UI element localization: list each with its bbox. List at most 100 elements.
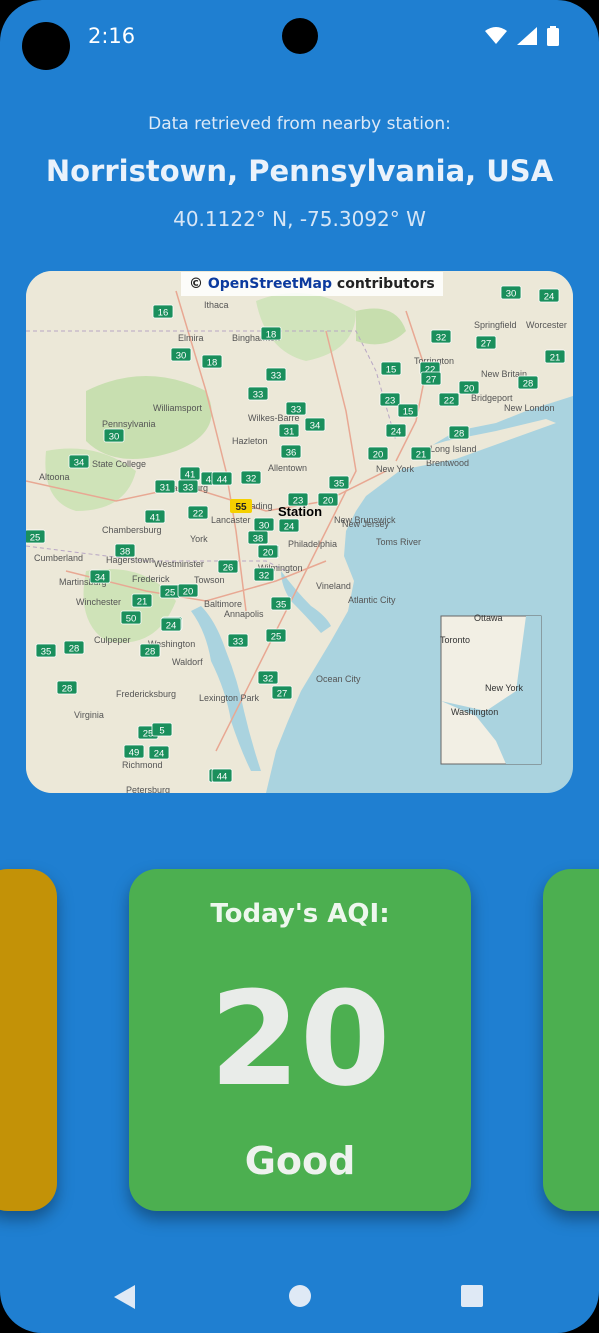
place-label: Worcester	[526, 320, 567, 330]
aqi-marker[interactable]: 21	[410, 446, 432, 461]
aqi-marker[interactable]: 35	[328, 475, 350, 490]
aqi-marker[interactable]: 50	[120, 610, 142, 625]
aqi-marker[interactable]: 30	[500, 285, 522, 300]
aqi-marker[interactable]: 27	[475, 335, 497, 350]
home-circle-icon[interactable]	[288, 1284, 312, 1308]
aqi-marker[interactable]: 28	[448, 425, 470, 440]
recents-square-icon[interactable]	[460, 1284, 484, 1308]
aqi-marker-value: 35	[334, 479, 345, 490]
aqi-value: 20	[209, 963, 391, 1115]
aqi-marker-value: 41	[150, 513, 161, 524]
aqi-marker[interactable]: 15	[380, 361, 402, 376]
aqi-marker[interactable]: 25	[26, 529, 46, 544]
map-canvas[interactable]: Ottawa Toronto New York Washington Ithac…	[26, 271, 573, 793]
aqi-marker[interactable]: 31	[278, 423, 300, 438]
aqi-marker[interactable]: 20	[367, 446, 389, 461]
station-map[interactable]: Ottawa Toronto New York Washington Ithac…	[26, 271, 573, 793]
place-label: Atlantic City	[348, 595, 396, 605]
place-label: New Brunswick	[334, 515, 396, 525]
aqi-marker[interactable]: 23	[379, 392, 401, 407]
aqi-marker[interactable]: 44	[211, 768, 233, 783]
aqi-marker[interactable]: 33	[285, 401, 307, 416]
overview-inset[interactable]: Ottawa Toronto New York Washington	[440, 613, 542, 765]
aqi-marker[interactable]: 21	[26, 271, 37, 278]
aqi-marker[interactable]: 27	[271, 685, 293, 700]
aqi-marker[interactable]: 41	[144, 509, 166, 524]
place-label: Fredericksburg	[116, 689, 176, 699]
aqi-marker[interactable]: 41	[179, 466, 201, 481]
aqi-marker[interactable]: 35	[270, 596, 292, 611]
aqi-marker[interactable]: 5	[151, 722, 173, 737]
aqi-marker[interactable]: 34	[68, 454, 90, 469]
openstreetmap-link[interactable]: OpenStreetMap	[208, 276, 332, 292]
aqi-marker[interactable]: 34	[89, 569, 111, 584]
aqi-marker-value: 25	[30, 533, 41, 544]
aqi-marker[interactable]: 32	[253, 567, 275, 582]
aqi-marker-value: 20	[464, 384, 475, 395]
aqi-marker-value: 33	[271, 371, 282, 382]
place-label: Vineland	[316, 581, 351, 591]
aqi-marker[interactable]: 32	[240, 470, 262, 485]
aqi-marker-value: 23	[385, 396, 396, 407]
aqi-marker[interactable]: 27	[420, 371, 442, 386]
aqi-marker-value: 32	[263, 674, 274, 685]
aqi-marker[interactable]: 22	[438, 392, 460, 407]
aqi-marker[interactable]: 20	[257, 544, 279, 559]
aqi-marker[interactable]: 49	[123, 744, 145, 759]
inset-label-toronto: Toronto	[440, 635, 470, 645]
back-triangle-icon[interactable]	[113, 1284, 137, 1310]
aqi-marker[interactable]: 32	[257, 670, 279, 685]
aqi-marker[interactable]: 22	[187, 505, 209, 520]
place-label: Williamsport	[153, 403, 203, 413]
aqi-marker[interactable]: 33	[177, 479, 199, 494]
aqi-marker[interactable]: 20	[458, 380, 480, 395]
aqi-marker[interactable]: 18	[260, 326, 282, 341]
place-label: Philadelphia	[288, 539, 337, 549]
aqi-marker[interactable]: 36	[280, 444, 302, 459]
previous-aqi-card[interactable]	[0, 869, 57, 1211]
aqi-marker[interactable]: 26	[217, 559, 239, 574]
aqi-marker-value: 21	[550, 353, 561, 364]
place-label: Richmond	[122, 760, 163, 770]
aqi-marker[interactable]: 24	[278, 518, 300, 533]
aqi-marker[interactable]: 24	[148, 745, 170, 760]
aqi-marker[interactable]: 28	[56, 680, 78, 695]
aqi-marker[interactable]: 21	[544, 349, 566, 364]
aqi-marker[interactable]: 33	[227, 633, 249, 648]
aqi-marker[interactable]: 25	[159, 584, 181, 599]
aqi-marker[interactable]: 33	[247, 386, 269, 401]
aqi-marker[interactable]: 25	[265, 628, 287, 643]
aqi-marker[interactable]: 33	[265, 367, 287, 382]
place-label: Hazleton	[232, 436, 268, 446]
aqi-marker[interactable]: 38	[247, 530, 269, 545]
aqi-marker[interactable]: 30	[253, 517, 275, 532]
today-aqi-card[interactable]: Today's AQI: 20 Good	[129, 869, 471, 1211]
aqi-marker-value: 23	[26, 271, 31, 278]
aqi-marker[interactable]: 35	[35, 643, 57, 658]
aqi-marker[interactable]: 30	[170, 347, 192, 362]
aqi-marker[interactable]: 24	[160, 617, 182, 632]
aqi-marker[interactable]: 24	[538, 288, 560, 303]
inset-label-new-york: New York	[485, 683, 524, 693]
place-label: York	[190, 534, 208, 544]
aqi-marker[interactable]: 18	[201, 354, 223, 369]
aqi-marker[interactable]: 32	[430, 329, 452, 344]
aqi-marker[interactable]: 31	[154, 479, 176, 494]
aqi-marker[interactable]: 28	[517, 375, 539, 390]
aqi-marker[interactable]: 24	[385, 423, 407, 438]
place-label: Springfield	[474, 320, 517, 330]
aqi-marker-value: 38	[120, 547, 131, 558]
aqi-marker[interactable]: 30	[103, 428, 125, 443]
aqi-marker[interactable]: 28	[139, 643, 161, 658]
aqi-marker-value: 50	[126, 614, 137, 625]
next-aqi-card[interactable]	[543, 869, 599, 1211]
aqi-marker[interactable]: 20	[177, 583, 199, 598]
aqi-marker[interactable]: 44	[211, 471, 233, 486]
aqi-marker[interactable]: 21	[131, 593, 153, 608]
aqi-marker-value: 33	[291, 405, 302, 416]
aqi-marker[interactable]: 16	[152, 304, 174, 319]
aqi-marker[interactable]: 28	[63, 640, 85, 655]
aqi-marker[interactable]: 34	[304, 417, 326, 432]
aqi-marker[interactable]: 38	[114, 543, 136, 558]
aqi-marker[interactable]: 15	[397, 403, 419, 418]
